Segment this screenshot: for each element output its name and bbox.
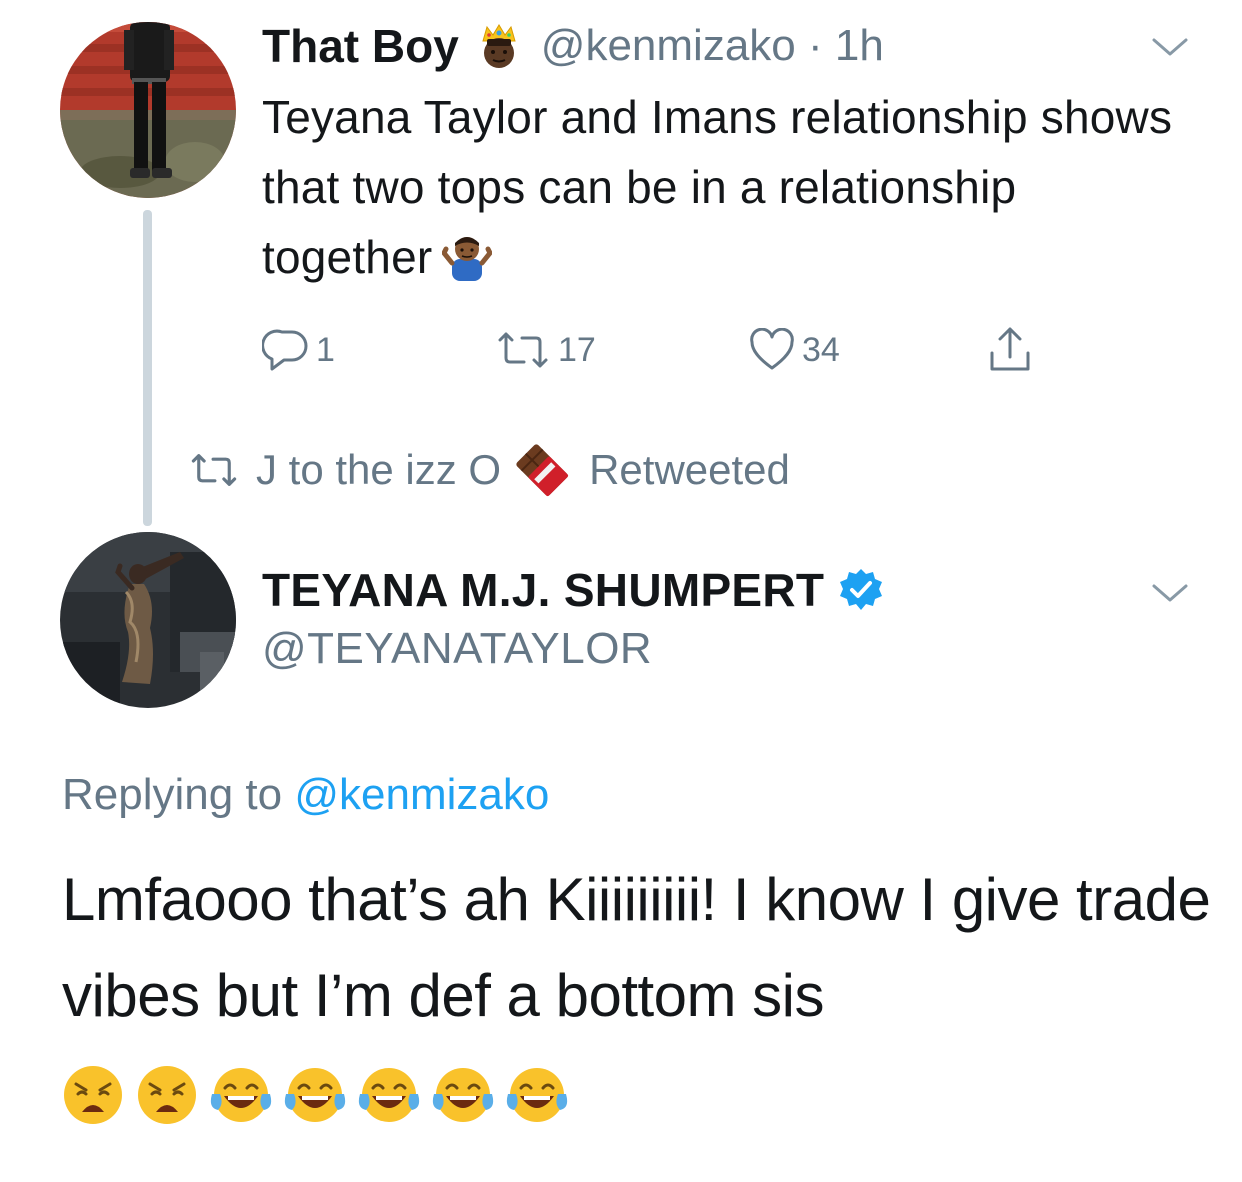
retweet-icon <box>498 332 548 368</box>
reply-button[interactable]: 1 <box>262 320 335 380</box>
tears-of-joy-emoji <box>432 1068 494 1122</box>
display-name[interactable]: That Boy <box>262 19 459 73</box>
handle[interactable]: @TEYANATAYLOR <box>262 624 652 674</box>
replying-to: Replying to @kenmizako <box>62 770 549 820</box>
replying-mention-link[interactable]: @kenmizako <box>294 770 549 819</box>
person-shrugging-emoji <box>441 229 494 281</box>
share-icon <box>990 327 1030 371</box>
tweet-text: Lmfaooo that’s ah Kiiiiiiiii! I know I g… <box>62 866 1211 1029</box>
tears-of-joy-emoji <box>358 1068 420 1122</box>
tears-of-joy-emoji <box>506 1068 568 1122</box>
heart-icon <box>750 328 794 370</box>
crown-face-emoji <box>477 23 521 69</box>
retweet-button[interactable]: 17 <box>494 320 596 380</box>
tweet-header: TEYANA M.J. SHUMPERT <box>262 560 884 620</box>
handle-and-time[interactable]: @kenmizako · 1h <box>541 21 884 71</box>
emoji-row <box>62 1064 580 1128</box>
chevron-down-icon[interactable] <box>1150 36 1190 60</box>
replying-prefix: Replying to <box>62 770 283 819</box>
avatar-teyana[interactable] <box>60 532 236 708</box>
chevron-down-icon[interactable] <box>1150 582 1190 606</box>
retweeter-name[interactable]: J to the izz O <box>256 446 501 494</box>
share-button[interactable] <box>986 320 1034 380</box>
reply-count: 1 <box>316 330 335 369</box>
display-name[interactable]: TEYANA M.J. SHUMPERT <box>262 563 824 617</box>
thread-connector-line <box>143 210 152 526</box>
reply-icon <box>262 329 308 371</box>
tweet-actions: 1 17 34 <box>262 320 1162 380</box>
weary-face-emoji <box>64 1066 122 1124</box>
avatar-that-boy[interactable] <box>60 22 236 198</box>
retweet-icon <box>191 454 237 486</box>
tears-of-joy-emoji <box>284 1068 346 1122</box>
verified-badge-icon <box>838 567 884 613</box>
tweet-text-body: Teyana Taylor and Imans relationship sho… <box>262 91 1173 283</box>
tweet-header: That Boy @kenmizako · 1h <box>262 16 884 76</box>
retweeted-label: Retweeted <box>589 446 790 493</box>
retweet-context: J to the izz O Retweeted <box>188 442 790 498</box>
weary-face-emoji <box>138 1066 196 1124</box>
chocolate-bar-emoji <box>513 441 571 499</box>
like-count: 34 <box>802 330 840 369</box>
tears-of-joy-emoji <box>210 1068 272 1122</box>
tweet-text: Teyana Taylor and Imans relationship sho… <box>262 82 1182 292</box>
retweet-count: 17 <box>558 330 596 369</box>
like-button[interactable]: 34 <box>748 320 840 380</box>
